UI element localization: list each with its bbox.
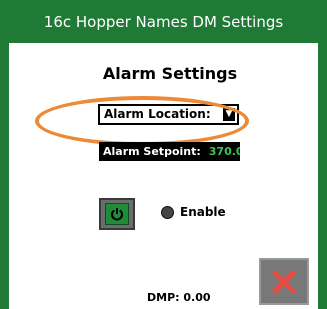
alarm-setpoint-field[interactable]: Alarm Setpoint: 370.0°: [99, 142, 240, 161]
alarm-setpoint-value: 370.0°: [208, 145, 240, 158]
dmp-value: 0.00: [183, 291, 211, 304]
dmp-label: DMP:: [147, 291, 180, 304]
close-button[interactable]: [259, 258, 309, 305]
enable-label: Enable: [180, 205, 226, 219]
page-heading: Alarm Settings: [102, 64, 238, 83]
power-button[interactable]: [99, 198, 135, 230]
power-icon: [111, 208, 123, 221]
window-title: 16c Hopper Names DM Settings: [43, 12, 284, 31]
window-frame-right: [318, 43, 327, 309]
highlight-ellipse: [35, 96, 249, 146]
window-frame-left: [0, 43, 9, 309]
alarm-setpoint-label: Alarm Setpoint:: [103, 145, 201, 158]
window-titlebar: 16c Hopper Names DM Settings: [0, 0, 327, 43]
dmp-readout: DMP: 0.00: [147, 291, 211, 304]
enable-indicator: [161, 206, 174, 219]
power-button-face: [105, 203, 129, 225]
close-x-icon: [272, 270, 296, 293]
